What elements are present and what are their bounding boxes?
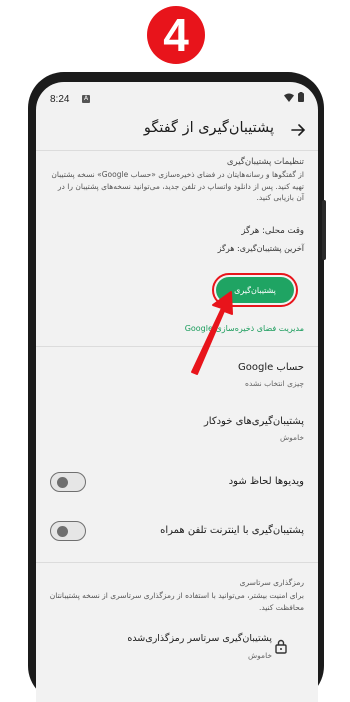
status-icons <box>284 92 304 102</box>
manage-google-storage-link[interactable]: مدیریت فضای ذخیره‌سازی Google <box>185 324 304 333</box>
auto-backup-title: پشتیبان‌گیری‌های خودکار <box>203 416 304 427</box>
section-divider <box>36 346 318 347</box>
status-time: 8:24 <box>50 94 70 105</box>
include-videos-label: ویدیوها لحاظ شود <box>228 476 304 487</box>
google-account-subtitle: چیزی انتخاب نشده <box>245 379 304 388</box>
e2e-backup-subtitle: خاموش <box>248 651 272 660</box>
battery-icon <box>298 92 304 102</box>
include-videos-toggle[interactable] <box>50 472 86 492</box>
local-time-label: وقت محلی: هرگز <box>241 226 304 236</box>
e2e-encryption-heading: رمزگذاری سرتاسری <box>239 578 304 587</box>
app-screen: 8:24 A پشتیبان‌گیری از گفتگو تنظیمات پشت… <box>36 82 318 702</box>
backup-settings-heading: تنظیمات پشتیبان‌گیری <box>226 157 304 167</box>
section-divider <box>36 562 318 563</box>
google-account-title: حساب Google <box>237 362 304 373</box>
e2e-encryption-description: برای امنیت بیشتر، می‌توانید با استفاده ا… <box>49 591 304 612</box>
backup-button[interactable]: پشتیبان‌گیری <box>216 277 294 303</box>
app-bar: پشتیبان‌گیری از گفتگو <box>36 114 318 148</box>
wifi-icon <box>284 93 294 102</box>
step-number-badge: 4 <box>147 6 205 64</box>
cellular-backup-label: پشتیبان‌گیری با اینترنت تلفن همراه <box>160 525 304 536</box>
status-bar: 8:24 A <box>36 82 318 112</box>
e2e-backup-title: پشتیبان‌گیری سرتاسر رمزگذاری‌شده <box>127 633 272 644</box>
lock-icon <box>275 639 287 654</box>
appbar-divider <box>36 150 318 151</box>
toggle-knob <box>57 476 68 488</box>
back-arrow-icon[interactable] <box>290 122 306 138</box>
last-backup-label: آخرین پشتیبان‌گیری: هرگز <box>217 244 304 253</box>
backup-settings-description: از گفتگوها و رسانه‌هایتان در فضای ذخیره‌… <box>51 170 304 202</box>
cellular-backup-toggle[interactable] <box>50 521 86 541</box>
phone-side-button <box>322 200 326 260</box>
page-title: پشتیبان‌گیری از گفتگو <box>143 120 274 136</box>
notification-icon: A <box>82 95 90 103</box>
toggle-knob <box>57 525 68 537</box>
auto-backup-subtitle: خاموش <box>280 433 304 442</box>
backup-button-highlight: پشتیبان‌گیری <box>212 273 298 307</box>
